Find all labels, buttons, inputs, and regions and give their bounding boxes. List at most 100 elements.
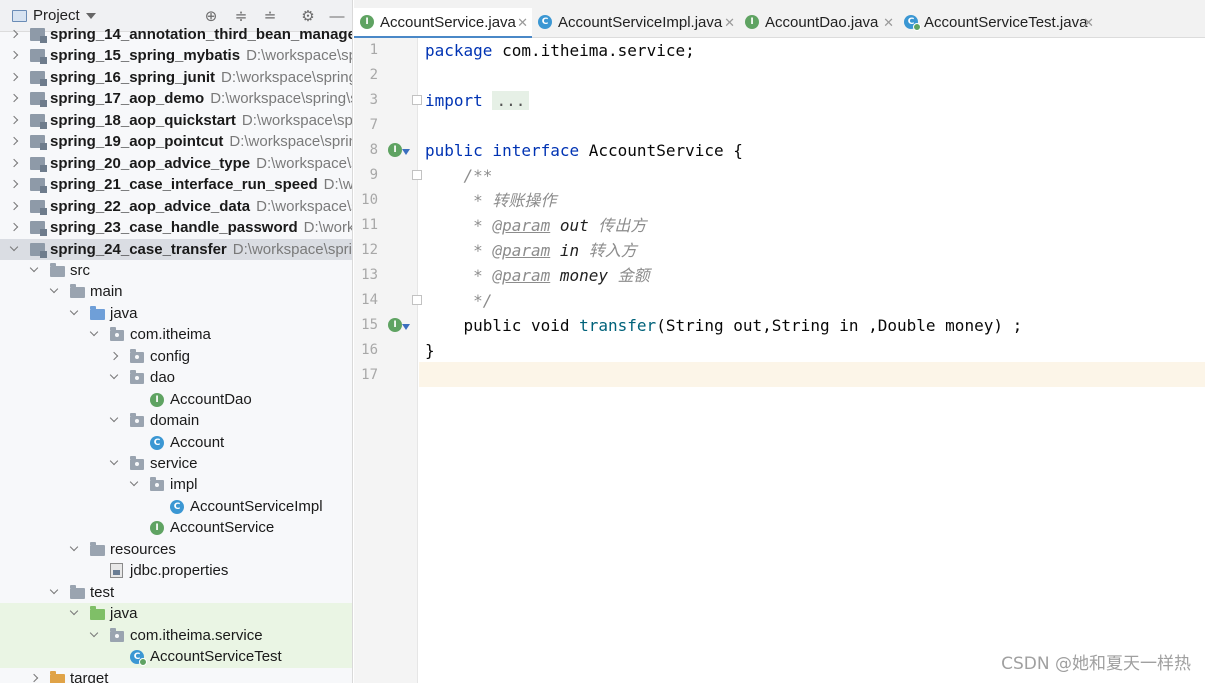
chevron-down-icon[interactable] [108,453,120,475]
module-icon [30,70,47,86]
tree-item[interactable]: spring_23_case_handle_password D:\worksp [0,217,352,239]
code-editor[interactable]: 1 2 3 7 8 I 9 10 11 12 13 14 15 I 16 17 package com.ith… [354,38,1205,683]
fold-icon[interactable] [412,295,422,305]
close-icon[interactable]: ✕ [724,8,735,38]
tree-item[interactable]: com.itheima [0,324,352,346]
editor-tab[interactable]: C AccountServiceTest.java ✕ [898,8,1098,38]
tree-item-name: spring_22_aop_advice_data [50,197,251,215]
line-number: 9 [369,167,378,183]
module-icon [30,135,47,151]
tree-item[interactable]: service [0,453,352,475]
code-line[interactable]: */ [425,288,492,313]
code-line[interactable]: * @param in 转入方 [425,238,637,263]
chevron-right-icon[interactable] [8,110,20,132]
fold-icon[interactable] [412,170,422,180]
code-line[interactable]: public interface AccountService { [425,138,743,163]
chevron-down-icon[interactable] [108,410,120,432]
tree-item[interactable]: I AccountService [0,517,352,539]
test-folder-icon [90,606,105,621]
implemented-icon[interactable]: I [388,318,410,332]
chevron-down-icon[interactable] [128,474,140,496]
tree-item[interactable]: src [0,260,352,282]
chevron-down-icon[interactable] [48,281,60,303]
tree-item-name: spring_15_spring_mybatis [50,47,241,65]
tree-item[interactable]: C AccountServiceTest [0,646,352,668]
tree-item-name: spring_24_case_transfer [50,240,227,258]
tree-item[interactable]: spring_20_aop_advice_type D:\workspace\sp [0,153,352,175]
chevron-right-icon[interactable] [8,217,20,239]
tree-item[interactable]: impl [0,474,352,496]
package-icon [110,627,124,642]
tree-item[interactable]: spring_22_aop_advice_data D:\workspace\sp [0,196,352,218]
chevron-right-icon[interactable] [8,88,20,110]
tree-item[interactable]: dao [0,367,352,389]
implemented-icon[interactable]: I [388,143,410,157]
chevron-right-icon[interactable] [8,153,20,175]
code-line[interactable]: public void transfer(String out,String i… [425,313,1023,338]
chevron-right-icon[interactable] [8,67,20,89]
close-icon[interactable]: ✕ [883,8,894,38]
tree-item[interactable]: domain [0,410,352,432]
chevron-down-icon[interactable] [48,582,60,604]
tree-item[interactable]: java [0,303,352,325]
tree-item[interactable]: com.itheima.service [0,624,352,647]
tree-item[interactable]: spring_15_spring_mybatis D:\workspace\spr [0,45,352,67]
chevron-right-icon[interactable] [8,131,20,153]
tree-item[interactable]: spring_16_spring_junit D:\workspace\sprin… [0,67,352,89]
chevron-down-icon[interactable] [86,13,96,19]
code-line[interactable]: * @param money 金额 [425,263,650,288]
code-line[interactable]: * 转账操作 [425,188,556,213]
tree-item[interactable]: config [0,346,352,368]
tree-item[interactable]: test [0,582,352,604]
chevron-down-icon[interactable] [8,239,20,261]
tree-item[interactable]: spring_18_aop_quickstart D:\workspace\spr… [0,110,352,132]
tree-item[interactable]: target [0,668,352,683]
tree-item-path: D:\workspace\sp [256,154,352,172]
chevron-right-icon[interactable] [8,45,20,67]
chevron-down-icon[interactable] [68,603,80,625]
tree-item-label: target [70,668,108,683]
editor-tab[interactable]: C AccountServiceImpl.java ✕ [532,8,739,38]
project-view-icon [12,10,27,22]
code-line[interactable]: package com.itheima.service; [425,38,695,63]
chevron-down-icon[interactable] [28,260,40,282]
editor-tab[interactable]: I AccountService.java ✕ [354,8,532,39]
chevron-down-icon[interactable] [68,303,80,325]
tree-item[interactable]: spring_21_case_interface_run_speed D:\wor… [0,174,353,196]
chevron-right-icon[interactable] [28,668,40,683]
line-gutter: 1 2 3 7 8 I 9 10 11 12 13 14 15 I 16 17 [354,38,422,683]
tree-item[interactable]: C AccountServiceImpl [0,496,352,518]
chevron-down-icon[interactable] [68,539,80,561]
editor-tab[interactable]: I AccountDao.java ✕ [739,8,898,38]
code-line[interactable]: /** [425,163,493,188]
tree-item[interactable]: C Account [0,432,352,454]
code-line[interactable]: } [425,338,435,363]
editor-tab-bar: I AccountService.java ✕ C AccountServiceImpl… [354,0,1205,39]
chevron-right-icon[interactable] [8,174,20,196]
chevron-down-icon[interactable] [88,625,100,647]
tree-item-path: D:\workspace\spring [232,240,352,258]
project-title[interactable]: Project [33,7,80,24]
tree-item[interactable]: resources [0,539,352,561]
code-line[interactable]: * @param out 传出方 [425,213,646,238]
tree-item-path: D:\worksp [303,219,352,237]
tree-item[interactable]: I AccountDao [0,389,352,411]
line-number: 8 [369,142,378,158]
close-icon[interactable]: ✕ [517,8,528,38]
tree-item[interactable]: spring_19_aop_pointcut D:\workspace\sprin [0,131,352,153]
chevron-down-icon[interactable] [108,367,120,389]
chevron-down-icon[interactable] [88,324,100,346]
fold-icon[interactable] [412,95,422,105]
tree-item[interactable]: spring_17_aop_demo D:\workspace\spring\s [0,88,352,110]
code-line[interactable]: import ... [425,88,530,113]
chevron-right-icon[interactable] [8,196,20,218]
tree-item[interactable]: java [0,603,352,625]
tree-item[interactable]: spring_24_case_transfer D:\workspace\spri… [0,238,352,261]
chevron-right-icon[interactable] [108,346,120,368]
tree-item[interactable]: jdbc.properties [0,560,352,582]
tree-item[interactable]: spring_14_annotation_third_bean_manager [0,24,352,46]
tree-item-path: D:\work [323,176,353,194]
close-icon[interactable]: ✕ [1083,8,1094,38]
tree-item[interactable]: main [0,281,352,303]
chevron-right-icon[interactable] [8,24,20,46]
